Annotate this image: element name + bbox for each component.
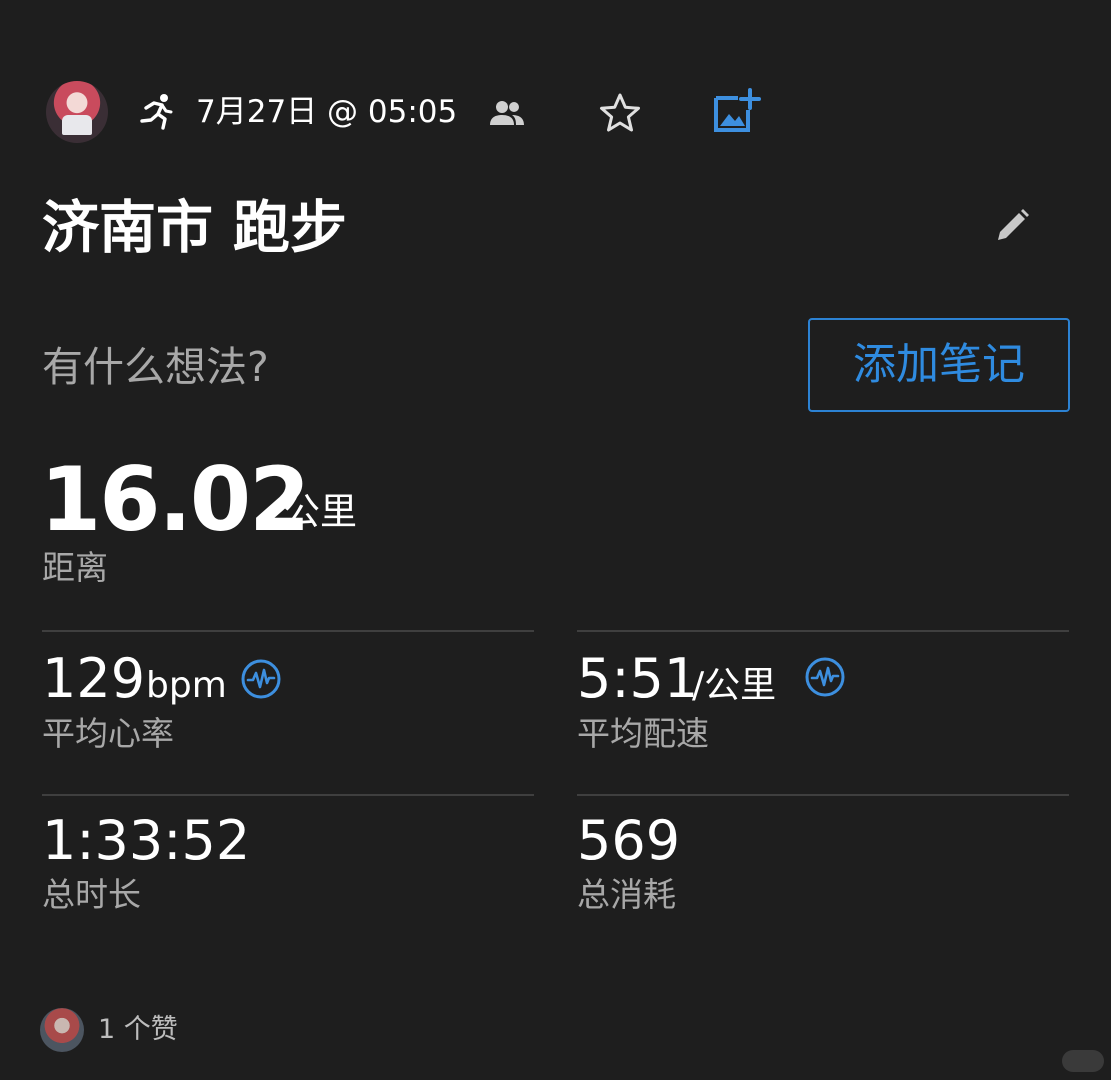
divider <box>42 794 534 796</box>
star-outline-icon[interactable] <box>598 91 642 135</box>
duration-label: 总时长 <box>42 875 141 914</box>
people-icon[interactable] <box>488 98 526 128</box>
add-note-button[interactable]: 添加笔记 <box>808 318 1070 412</box>
notes-prompt: 有什么想法? <box>42 343 269 391</box>
add-photo-icon[interactable] <box>712 88 762 134</box>
pace-label: 平均配速 <box>577 714 709 753</box>
pulse-icon[interactable] <box>804 656 846 698</box>
activity-title: 济南市 跑步 <box>42 195 347 261</box>
heart-rate-unit: bpm <box>146 665 227 706</box>
pace-value: 5:51 <box>577 647 699 710</box>
distance-label: 距离 <box>42 548 108 587</box>
distance-value: 16.02 <box>40 448 310 551</box>
calories-value: 569 <box>577 809 681 872</box>
heart-rate-value: 129 <box>42 647 146 710</box>
pace-unit: /公里 <box>692 665 777 706</box>
edit-pencil-icon[interactable] <box>992 206 1032 246</box>
distance-unit: 公里 <box>283 490 357 533</box>
divider <box>42 630 534 632</box>
likes-count[interactable]: 1 个赞 <box>98 1010 178 1050</box>
liker-avatar[interactable] <box>40 1008 84 1052</box>
running-icon <box>140 94 173 130</box>
watermark-badge <box>1062 1050 1104 1072</box>
divider <box>577 794 1069 796</box>
calories-label: 总消耗 <box>577 875 676 914</box>
user-avatar[interactable] <box>46 81 108 143</box>
heart-rate-label: 平均心率 <box>42 714 174 753</box>
divider <box>577 630 1069 632</box>
activity-date: 7月27日 @ 05:05 <box>196 94 458 130</box>
pulse-icon[interactable] <box>240 658 282 700</box>
duration-value: 1:33:52 <box>42 809 251 872</box>
